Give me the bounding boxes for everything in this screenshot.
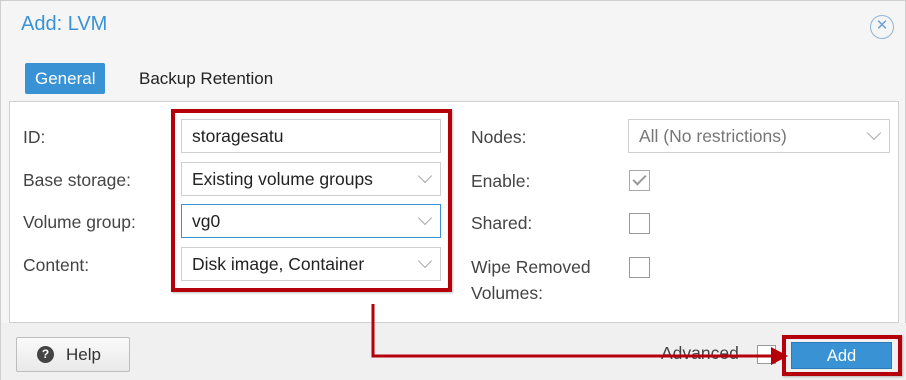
- nodes-select[interactable]: All (No restrictions): [628, 119, 890, 153]
- close-icon[interactable]: ✕: [870, 15, 894, 39]
- tab-backup-retention[interactable]: Backup Retention: [129, 63, 283, 94]
- nodes-value: All (No restrictions): [639, 126, 787, 146]
- wipe-removed-label-line1: Wipe Removed: [471, 257, 591, 277]
- help-icon: ?: [37, 346, 54, 363]
- content-label: Content:: [23, 255, 90, 275]
- shared-label: Shared:: [471, 213, 533, 233]
- tab-bar: General Backup Retention: [1, 51, 906, 101]
- chevron-down-icon: [866, 125, 882, 141]
- advanced-label: Advanced: [661, 343, 739, 363]
- base-storage-label: Base storage:: [23, 170, 131, 190]
- enable-checkbox[interactable]: [629, 170, 650, 191]
- dialog-footer: ? Help Advanced Add: [1, 323, 906, 380]
- nodes-label: Nodes:: [471, 127, 527, 147]
- advanced-checkbox[interactable]: [757, 345, 776, 364]
- annotation-highlight-add: [782, 335, 902, 376]
- add-lvm-dialog: Add: LVM ✕ General Backup Retention ID: …: [0, 0, 906, 380]
- dialog-titlebar: Add: LVM ✕: [1, 1, 906, 51]
- enable-label: Enable:: [471, 171, 531, 191]
- shared-checkbox[interactable]: [629, 213, 650, 234]
- id-label: ID:: [23, 127, 46, 147]
- help-button-label: Help: [66, 345, 101, 364]
- help-button[interactable]: ? Help: [16, 337, 130, 372]
- dialog-title: Add: LVM: [21, 13, 108, 35]
- wipe-removed-checkbox[interactable]: [629, 257, 650, 278]
- checkmark-icon: [632, 171, 647, 186]
- volume-group-label: Volume group:: [23, 212, 136, 232]
- annotation-highlight-fields: [171, 109, 452, 292]
- tab-general[interactable]: General: [25, 63, 106, 94]
- wipe-removed-label-line2: Volumes:: [471, 283, 543, 303]
